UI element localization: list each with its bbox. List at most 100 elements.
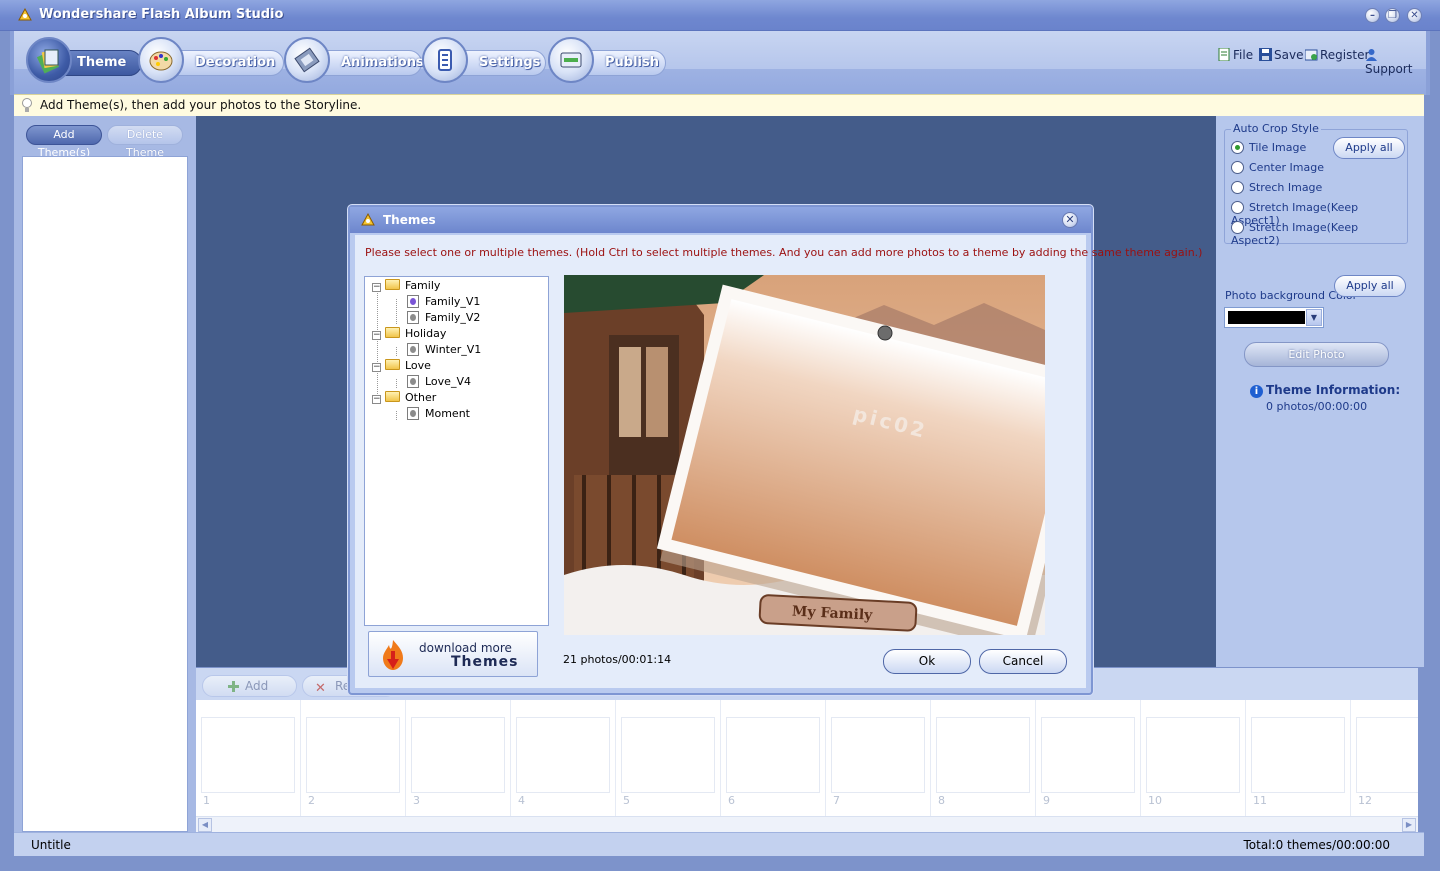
bg-color-apply-all-button[interactable]: Apply all (1334, 275, 1406, 297)
tab-settings[interactable]: Settings (422, 37, 548, 83)
radio-icon (1231, 181, 1244, 194)
storyline-slot-number: 5 (623, 794, 630, 807)
radio-icon (1231, 161, 1244, 174)
crop-option-label: Center Image (1249, 161, 1324, 174)
storyline-slot[interactable]: 11 (1246, 700, 1351, 816)
save-menu[interactable]: Save (1259, 48, 1303, 62)
cancel-button[interactable]: Cancel (979, 649, 1067, 674)
download-flame-icon (383, 640, 403, 670)
color-swatch (1228, 311, 1305, 324)
tree-folder-holiday[interactable]: − Holiday (372, 327, 446, 343)
restore-button[interactable]: ❐ (1385, 8, 1400, 23)
themes-dialog-title: Themes (383, 213, 436, 227)
status-project-name: Untitle (31, 838, 71, 852)
themes-dialog-titlebar: Themes ✕ (350, 207, 1091, 233)
edit-photo-button[interactable]: Edit Photo (1244, 342, 1389, 367)
close-button[interactable]: ✕ (1407, 8, 1422, 23)
storyline-slot[interactable]: 12 (1351, 700, 1418, 816)
storyline-slot[interactable]: 4 (511, 700, 616, 816)
storyline-slot[interactable]: 6 (721, 700, 826, 816)
lightbulb-icon (22, 98, 32, 112)
app-logo-icon (18, 7, 32, 21)
storyline-add-label: Add (245, 679, 269, 693)
download-more-themes-button[interactable]: download more Themes (368, 631, 538, 677)
film-icon (284, 37, 330, 83)
crop-option-stretch-aspect1[interactable]: Stretch Image(Keep Aspect1) (1231, 201, 1407, 227)
crop-apply-all-button[interactable]: Apply all (1333, 137, 1405, 159)
theme-preview-image: pic02 My Family (564, 275, 1045, 635)
storyline-slot[interactable]: 2 (301, 700, 406, 816)
crop-option-center[interactable]: Center Image (1231, 161, 1324, 177)
tree-item-love-v4[interactable]: Love_V4 (407, 375, 471, 391)
collapse-icon: − (372, 282, 381, 292)
tree-item-label: Winter_V1 (425, 343, 482, 356)
add-theme-button[interactable]: Add Theme(s) (26, 125, 102, 159)
tree-folder-family[interactable]: − Family (372, 279, 440, 295)
save-icon (1259, 48, 1272, 61)
main-toolbar: Theme Decoration Animations Settings Pub… (10, 31, 1430, 95)
tab-decoration[interactable]: Decoration (138, 37, 284, 83)
folder-icon (385, 391, 400, 402)
support-menu[interactable]: Support (1365, 48, 1426, 76)
storyline-slot[interactable]: 7 (826, 700, 931, 816)
tree-item-winter-v1[interactable]: Winter_V1 (407, 343, 481, 359)
scroll-right-icon[interactable]: ▶ (1402, 818, 1416, 832)
storyline-slot[interactable]: 9 (1036, 700, 1141, 816)
hint-bar: Add Theme(s), then add your photos to th… (14, 94, 1424, 116)
tree-item-family-v2[interactable]: Family_V2 (407, 311, 480, 327)
storyline-slot[interactable]: 10 (1141, 700, 1246, 816)
folder-icon (385, 279, 400, 290)
palette-icon (138, 37, 184, 83)
crop-option-tile[interactable]: Tile Image (1231, 141, 1306, 157)
tree-item-moment[interactable]: Moment (407, 407, 470, 423)
tree-item-label: Love_V4 (425, 375, 471, 388)
dialog-close-button[interactable]: ✕ (1062, 212, 1078, 228)
radio-icon (1231, 221, 1244, 234)
theme-information-label: Theme Information: (1266, 383, 1401, 397)
save-label: Save (1274, 48, 1304, 62)
info-icon: i (1250, 385, 1263, 398)
status-total: Total:0 themes/00:00:00 (1243, 838, 1390, 852)
tab-theme[interactable]: Theme (26, 37, 142, 83)
crop-option-strech[interactable]: Strech Image (1231, 181, 1322, 197)
minimize-button[interactable]: – (1365, 8, 1380, 23)
themes-tree[interactable]: − Family Family_V1 Family_V2 − Holiday Win… (364, 276, 549, 626)
storyline-slot[interactable]: 1 (196, 700, 301, 816)
theme-information-title: i Theme Information: (1250, 383, 1400, 398)
storyline-slot-number: 7 (833, 794, 840, 807)
file-label: File (1233, 48, 1254, 62)
delete-theme-button[interactable]: Delete Theme (107, 125, 183, 159)
tree-item-label: Family_V2 (425, 311, 481, 324)
register-icon (1305, 49, 1318, 61)
storyline-slot-number: 9 (1043, 794, 1050, 807)
scroll-left-icon[interactable]: ◀ (198, 818, 212, 832)
settings-icon (422, 37, 468, 83)
storyline-slot[interactable]: 5 (616, 700, 721, 816)
tree-item-family-v1[interactable]: Family_V1 (407, 295, 481, 311)
storyline-slot-thumbnail (306, 717, 400, 793)
collapse-icon: − (372, 362, 381, 372)
crop-option-stretch-aspect2[interactable]: Stretch Image(Keep Aspect2) (1231, 221, 1407, 247)
collapse-icon: − (372, 394, 381, 404)
ok-button[interactable]: Ok (883, 649, 971, 674)
tab-publish[interactable]: Publish (548, 37, 668, 83)
storyline-slot-thumbnail (201, 717, 295, 793)
tree-folder-other[interactable]: − Other (372, 391, 436, 407)
storyline: 1 2 3 4 5 6 7 8 9 10 11 12 (196, 700, 1418, 816)
tree-folder-label: Love (405, 359, 431, 372)
file-menu[interactable]: File (1218, 48, 1253, 62)
theme-file-icon (407, 343, 419, 356)
app-logo-icon (361, 212, 375, 226)
tab-animations[interactable]: Animations (284, 37, 424, 83)
register-menu[interactable]: Register (1305, 48, 1369, 62)
tree-folder-love[interactable]: − Love (372, 359, 431, 375)
storyline-add-button[interactable]: Add (202, 675, 297, 697)
photo-bg-color-select[interactable]: ▼ (1224, 307, 1324, 328)
storyline-scrollbar[interactable]: ◀ ▶ (196, 816, 1418, 832)
themes-instruction: Please select one or multiple themes. (H… (365, 246, 1203, 259)
storyline-slot[interactable]: 3 (406, 700, 511, 816)
storyline-slot[interactable]: 8 (931, 700, 1036, 816)
storyline-slot-thumbnail (1146, 717, 1240, 793)
theme-list[interactable] (22, 156, 188, 832)
theme-icon (26, 37, 72, 83)
